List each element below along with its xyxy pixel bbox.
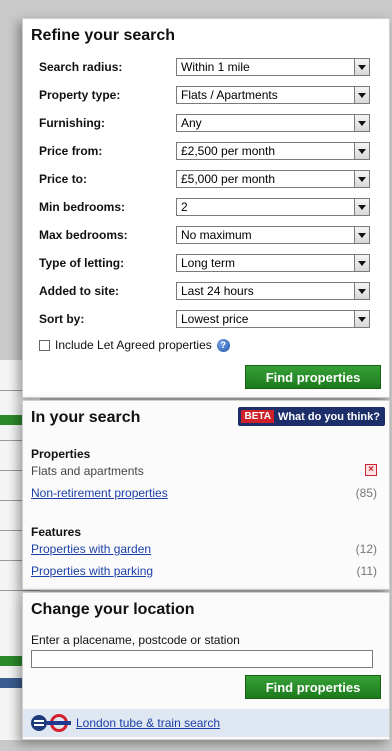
location-input-label: Enter a placename, postcode or station xyxy=(31,633,240,647)
change-location-title: Change your location xyxy=(31,601,195,618)
in-your-search-panel: In your search BETA What do you think? P… xyxy=(22,400,390,590)
property-type-label: Property type: xyxy=(39,88,121,102)
result-count: (85) xyxy=(355,486,377,500)
property-type-value: Flats / Apartments xyxy=(181,88,278,102)
dropdown-arrow-icon[interactable] xyxy=(354,143,369,159)
tube-train-search-row: London tube & train search xyxy=(23,709,389,737)
beta-feedback-badge[interactable]: BETA What do you think? xyxy=(238,407,385,426)
help-icon[interactable]: ? xyxy=(216,338,230,352)
dropdown-arrow-icon[interactable] xyxy=(354,171,369,187)
dropdown-arrow-icon[interactable] xyxy=(354,255,369,271)
property-type-select[interactable]: Flats / Apartments xyxy=(176,86,370,104)
national-rail-icon xyxy=(31,715,47,731)
max-bedrooms-value: No maximum xyxy=(181,228,252,242)
beta-tag: BETA xyxy=(241,410,274,423)
sort-by-value: Lowest price xyxy=(181,312,249,326)
include-let-agreed-checkbox[interactable] xyxy=(39,339,50,351)
price-from-select[interactable]: £2,500 per month xyxy=(176,142,370,160)
result-count: (12) xyxy=(355,542,377,556)
divider xyxy=(0,590,40,591)
dropdown-arrow-icon[interactable] xyxy=(354,227,369,243)
type-of-letting-label: Type of letting: xyxy=(39,256,125,270)
furnishing-label: Furnishing: xyxy=(39,116,105,130)
price-from-label: Price from: xyxy=(39,144,103,158)
search-radius-row: Search radius: Within 1 mile xyxy=(39,57,374,77)
added-to-site-row: Added to site: Last 24 hours xyxy=(39,281,374,301)
price-from-value: £2,500 per month xyxy=(181,144,276,158)
dropdown-arrow-icon[interactable] xyxy=(354,87,369,103)
refine-search-title: Refine your search xyxy=(31,27,176,44)
min-bedrooms-value: 2 xyxy=(181,200,188,214)
max-bedrooms-row: Max bedrooms: No maximum xyxy=(39,225,374,245)
property-type-row: Property type: Flats / Apartments xyxy=(39,85,374,105)
search-radius-label: Search radius: xyxy=(39,60,123,74)
min-bedrooms-label: Min bedrooms: xyxy=(39,200,125,214)
dropdown-arrow-icon[interactable] xyxy=(354,283,369,299)
type-of-letting-select[interactable]: Long term xyxy=(176,254,370,272)
dropdown-arrow-icon[interactable] xyxy=(354,311,369,327)
find-properties-button[interactable]: Find properties xyxy=(245,365,381,389)
furnishing-select[interactable]: Any xyxy=(176,114,370,132)
added-to-site-value: Last 24 hours xyxy=(181,284,254,298)
type-of-letting-row: Type of letting: Long term xyxy=(39,253,374,273)
include-let-agreed-label[interactable]: Include Let Agreed properties xyxy=(55,338,212,352)
london-underground-icon xyxy=(47,714,71,732)
non-retirement-properties-link[interactable]: Non-retirement properties xyxy=(31,486,168,500)
properties-with-parking-link[interactable]: Properties with parking xyxy=(31,564,153,578)
type-of-letting-value: Long term xyxy=(181,256,236,270)
max-bedrooms-select[interactable]: No maximum xyxy=(176,226,370,244)
dropdown-arrow-icon[interactable] xyxy=(354,115,369,131)
price-to-value: £5,000 per month xyxy=(181,172,276,186)
max-bedrooms-label: Max bedrooms: xyxy=(39,228,128,242)
dropdown-arrow-icon[interactable] xyxy=(354,199,369,215)
furnishing-value: Any xyxy=(181,116,202,130)
features-heading: Features xyxy=(31,525,82,539)
sort-by-row: Sort by: Lowest price xyxy=(39,309,374,329)
remove-icon[interactable]: × xyxy=(365,464,377,476)
tube-train-search-link[interactable]: London tube & train search xyxy=(76,716,220,730)
price-to-select[interactable]: £5,000 per month xyxy=(176,170,370,188)
location-input[interactable] xyxy=(31,650,373,668)
properties-with-garden-link[interactable]: Properties with garden xyxy=(31,542,151,556)
list-item: Flats and apartments × xyxy=(31,464,377,478)
beta-feedback-text: What do you think? xyxy=(277,410,380,423)
list-item: Non-retirement properties (85) xyxy=(31,486,377,500)
list-item: Properties with garden (12) xyxy=(31,542,377,556)
min-bedrooms-select[interactable]: 2 xyxy=(176,198,370,216)
change-location-panel: Change your location Enter a placename, … xyxy=(22,592,390,740)
properties-heading: Properties xyxy=(31,447,91,461)
search-radius-value: Within 1 mile xyxy=(181,60,250,74)
flats-and-apartments-label: Flats and apartments xyxy=(31,464,144,478)
list-item: Properties with parking (11) xyxy=(31,564,377,578)
furnishing-row: Furnishing: Any xyxy=(39,113,374,133)
result-count: (11) xyxy=(356,564,377,578)
find-properties-button[interactable]: Find properties xyxy=(245,675,381,699)
in-your-search-title: In your search xyxy=(31,409,141,426)
price-to-row: Price to: £5,000 per month xyxy=(39,169,374,189)
added-to-site-select[interactable]: Last 24 hours xyxy=(176,282,370,300)
added-to-site-label: Added to site: xyxy=(39,284,119,298)
sort-by-select[interactable]: Lowest price xyxy=(176,310,370,328)
dropdown-arrow-icon[interactable] xyxy=(354,59,369,75)
price-to-label: Price to: xyxy=(39,172,88,186)
price-from-row: Price from: £2,500 per month xyxy=(39,141,374,161)
sort-by-label: Sort by: xyxy=(39,312,85,326)
refine-search-panel: Refine your search Search radius: Within… xyxy=(22,18,390,398)
search-radius-select[interactable]: Within 1 mile xyxy=(176,58,370,76)
min-bedrooms-row: Min bedrooms: 2 xyxy=(39,197,374,217)
include-let-agreed-row: Include Let Agreed properties ? xyxy=(39,338,230,352)
